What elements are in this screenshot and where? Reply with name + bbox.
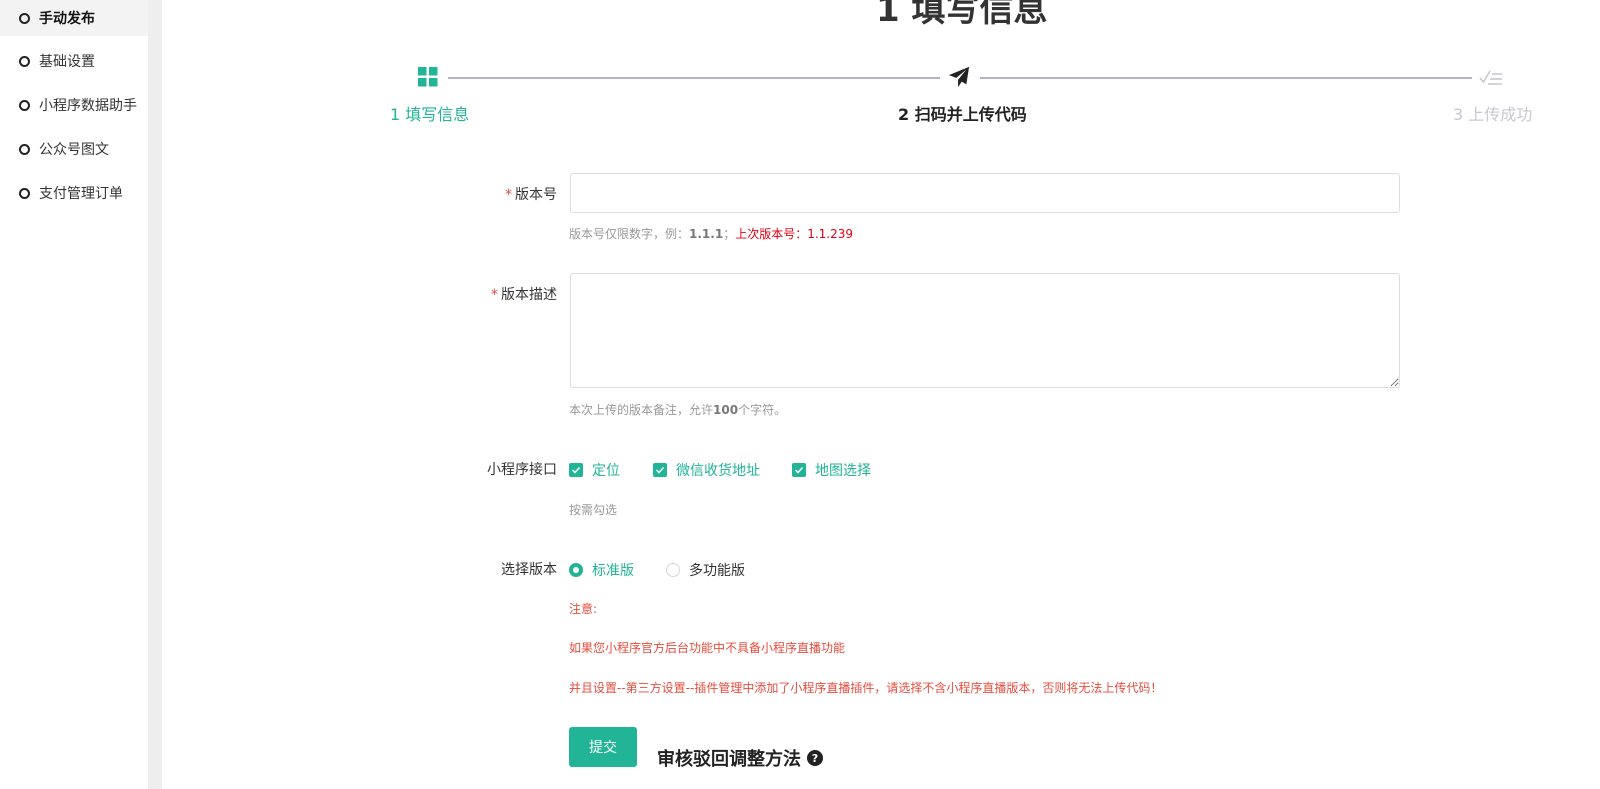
step-label-upload-success: 3 上传成功 bbox=[1453, 105, 1533, 124]
hint-separator: ； bbox=[723, 227, 736, 241]
check-icon bbox=[569, 463, 583, 477]
sidebar-item-official-articles[interactable]: 公众号图文 bbox=[0, 131, 148, 167]
radio-standard-edition[interactable]: 标准版 bbox=[569, 560, 634, 580]
radio-dot-icon bbox=[569, 563, 583, 577]
sidebar: 手动发布 基础设置 小程序数据助手 公众号图文 支付管理订单 bbox=[0, 0, 148, 789]
sidebar-item-label: 公众号图文 bbox=[39, 142, 109, 158]
version-input[interactable] bbox=[570, 173, 1400, 213]
checkbox-wechat-address[interactable]: 微信收货地址 bbox=[653, 460, 760, 480]
step-label-fill-info: 1 填写信息 bbox=[390, 105, 470, 124]
sidebar-item-basic-settings[interactable]: 基础设置 bbox=[0, 43, 148, 79]
radio-dot-icon bbox=[666, 563, 680, 577]
notice-line-1: 如果您小程序官方后台功能中不具备小程序直播功能 bbox=[569, 641, 846, 655]
sidebar-item-manual-publish[interactable]: 手动发布 bbox=[0, 0, 148, 36]
description-label-text: 版本描述 bbox=[501, 287, 557, 303]
version-label: * 版本号 bbox=[437, 184, 557, 204]
required-mark: * bbox=[491, 287, 498, 303]
required-mark: * bbox=[505, 187, 512, 203]
circle-icon bbox=[19, 143, 30, 155]
sidebar-item-data-assistant[interactable]: 小程序数据助手 bbox=[0, 87, 148, 123]
radio-label: 多功能版 bbox=[689, 563, 745, 579]
radio-multi-edition[interactable]: 多功能版 bbox=[666, 560, 745, 580]
hint-text: 个字符。 bbox=[738, 403, 787, 417]
api-hint: 按需勾选 bbox=[569, 503, 618, 517]
step-label-scan-upload: 2 扫码并上传代码 bbox=[898, 105, 1027, 124]
grid-icon bbox=[418, 67, 438, 91]
help-icon[interactable]: ? bbox=[807, 750, 823, 766]
checklist-icon bbox=[1479, 67, 1503, 91]
checkbox-location[interactable]: 定位 bbox=[569, 460, 620, 480]
circle-icon bbox=[19, 12, 30, 24]
checkbox-label: 定位 bbox=[592, 463, 620, 479]
checkbox-label: 微信收货地址 bbox=[676, 463, 760, 479]
radio-label: 标准版 bbox=[592, 563, 634, 579]
paper-plane-icon bbox=[948, 66, 970, 92]
circle-icon bbox=[19, 99, 30, 111]
sidebar-item-label: 小程序数据助手 bbox=[39, 98, 137, 114]
checkbox-label: 地图选择 bbox=[815, 463, 871, 479]
circle-icon bbox=[19, 187, 30, 199]
api-label: 小程序接口 bbox=[487, 462, 557, 478]
hint-text: 版本号仅限数字，例： bbox=[569, 227, 690, 241]
hint-text: 本次上传的版本备注，允许 bbox=[569, 403, 714, 417]
sidebar-item-payment-orders[interactable]: 支付管理订单 bbox=[0, 175, 148, 211]
step-connector bbox=[448, 77, 940, 79]
hint-count: 100 bbox=[713, 403, 739, 417]
description-hint: 本次上传的版本备注，允许100个字符。 bbox=[569, 401, 786, 418]
check-icon bbox=[792, 463, 806, 477]
description-label: * 版本描述 bbox=[437, 284, 557, 304]
reject-adjust-link[interactable]: 审核驳回调整方法 ? bbox=[657, 745, 823, 771]
page-title: 1 填写信息 bbox=[876, 0, 1048, 30]
checkbox-map-select[interactable]: 地图选择 bbox=[792, 460, 871, 480]
version-hint: 版本号仅限数字，例：1.1.1；上次版本号：1.1.239 bbox=[569, 225, 853, 242]
last-version-text: 上次版本号：1.1.239 bbox=[735, 227, 854, 241]
reject-link-text: 审核驳回调整方法 bbox=[657, 749, 801, 770]
step-connector bbox=[980, 77, 1472, 79]
check-icon bbox=[653, 463, 667, 477]
circle-icon bbox=[19, 55, 30, 67]
sidebar-item-label: 基础设置 bbox=[39, 54, 95, 70]
submit-button[interactable]: 提交 bbox=[569, 727, 637, 767]
sidebar-item-label: 手动发布 bbox=[39, 11, 95, 27]
version-label-text: 版本号 bbox=[515, 187, 557, 203]
sidebar-item-label: 支付管理订单 bbox=[39, 186, 123, 202]
notice-line-2: 并且设置--第三方设置--插件管理中添加了小程序直播插件，请选择不含小程序直播版… bbox=[569, 681, 1163, 695]
notice-title: 注意: bbox=[569, 602, 598, 616]
hint-example: 1.1.1 bbox=[689, 227, 724, 241]
edition-label: 选择版本 bbox=[501, 562, 557, 578]
description-textarea[interactable] bbox=[570, 273, 1400, 388]
sidebar-divider bbox=[148, 0, 162, 789]
